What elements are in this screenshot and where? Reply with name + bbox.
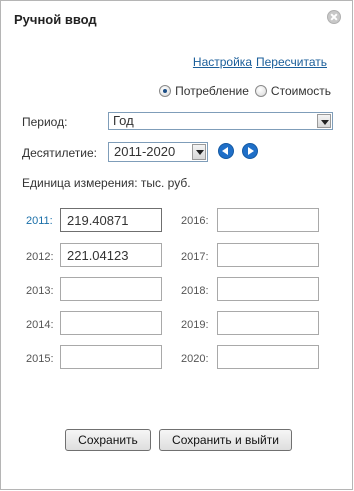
- year-label-2014: 2014:: [26, 319, 54, 331]
- year-input-2014[interactable]: [60, 311, 162, 335]
- settings-link[interactable]: Настройка: [193, 55, 252, 69]
- year-input-2013[interactable]: [60, 277, 162, 301]
- chevron-down-icon[interactable]: [192, 144, 206, 160]
- year-input-2020[interactable]: [217, 345, 319, 369]
- year-input-2011[interactable]: [60, 208, 162, 232]
- year-input-2015[interactable]: [60, 345, 162, 369]
- year-label-2011: 2011:: [26, 215, 53, 227]
- year-label-2012: 2012:: [26, 251, 54, 263]
- dialog-title: Ручной ввод: [14, 12, 97, 27]
- year-label-2015: 2015:: [26, 353, 54, 365]
- year-label-2013: 2013:: [26, 285, 54, 297]
- decade-label: Десятилетие:: [22, 146, 97, 160]
- arrow-right-icon[interactable]: [242, 143, 258, 159]
- year-label-2019: 2019:: [181, 319, 209, 331]
- period-label: Период:: [22, 115, 68, 129]
- year-input-2019[interactable]: [217, 311, 319, 335]
- year-input-2017[interactable]: [217, 243, 319, 267]
- units-label: Единица измерения: тыс. руб.: [22, 176, 191, 190]
- year-label-2020: 2020:: [181, 353, 209, 365]
- year-label-2016: 2016:: [181, 215, 209, 227]
- year-input-2012[interactable]: [60, 243, 162, 267]
- close-icon[interactable]: [327, 10, 341, 24]
- save-button[interactable]: Сохранить: [65, 429, 151, 451]
- year-label-2017: 2017:: [181, 251, 209, 263]
- mode-radio-group: Потребление Стоимость: [159, 84, 331, 98]
- radio-cost[interactable]: [254, 85, 267, 97]
- arrow-left-icon[interactable]: [218, 143, 234, 159]
- year-label-2018: 2018:: [181, 285, 209, 297]
- year-input-2016[interactable]: [217, 208, 319, 232]
- period-select-value: Год: [113, 113, 134, 128]
- decade-select-value: 2011-2020: [114, 144, 176, 159]
- period-select[interactable]: Год: [108, 112, 333, 130]
- manual-input-dialog: Ручной ввод Настройка Пересчитать Потребл…: [0, 0, 353, 490]
- radio-consumption[interactable]: [159, 85, 172, 97]
- chevron-down-icon[interactable]: [317, 114, 331, 128]
- radio-cost-label[interactable]: Стоимость: [271, 84, 331, 98]
- year-input-2018[interactable]: [217, 277, 319, 301]
- save-and-exit-button[interactable]: Сохранить и выйти: [159, 429, 292, 451]
- recalculate-link[interactable]: Пересчитать: [256, 55, 327, 69]
- decade-select[interactable]: 2011-2020: [108, 142, 208, 162]
- radio-consumption-label[interactable]: Потребление: [175, 84, 249, 98]
- links-row: Настройка Пересчитать: [193, 55, 327, 69]
